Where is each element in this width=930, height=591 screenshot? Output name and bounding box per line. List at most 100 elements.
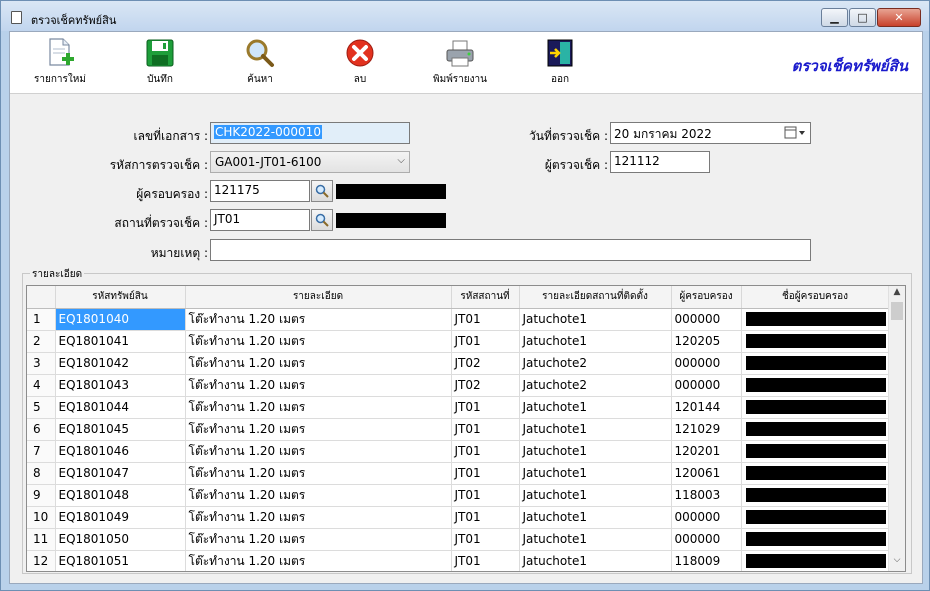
details-grid[interactable]: รหัสทรัพย์สิน รายละเอียด รหัสสถานที่ ราย…: [26, 285, 906, 572]
col-header-rownum[interactable]: [27, 286, 56, 309]
owner-cell[interactable]: 000000: [671, 506, 742, 529]
asset-code-cell[interactable]: EQ1801041: [55, 330, 186, 353]
location-desc-cell[interactable]: Jatuchote1: [519, 396, 672, 419]
vertical-scrollbar[interactable]: ▲ ⌵: [888, 286, 905, 571]
owner-cell[interactable]: 000000: [671, 374, 742, 397]
owner-name-cell[interactable]: [741, 440, 890, 463]
title-bar[interactable]: ตรวจเช็คทรัพย์สิน ▁ □ ✕: [1, 1, 929, 31]
owner-cell[interactable]: 120201: [671, 440, 742, 463]
location-code-cell[interactable]: JT01: [451, 440, 520, 463]
asset-code-cell[interactable]: EQ1801043: [55, 374, 186, 397]
row-number-cell[interactable]: 2: [27, 330, 56, 353]
location-desc-cell[interactable]: Jatuchote1: [519, 506, 672, 529]
location-code-cell[interactable]: JT01: [451, 528, 520, 551]
location-desc-cell[interactable]: Jatuchote1: [519, 528, 672, 551]
asset-code-cell[interactable]: EQ1801046: [55, 440, 186, 463]
description-cell[interactable]: โต๊ะทำงาน 1.20 เมตร: [185, 550, 452, 571]
location-field[interactable]: JT01: [210, 209, 310, 231]
row-number-cell[interactable]: 7: [27, 440, 56, 463]
description-cell[interactable]: โต๊ะทำงาน 1.20 เมตร: [185, 506, 452, 529]
owner-name-cell[interactable]: [741, 550, 890, 571]
owner-cell[interactable]: 000000: [671, 352, 742, 375]
save-button[interactable]: บันทึก: [110, 36, 210, 92]
owner-cell[interactable]: 000000: [671, 308, 742, 331]
location-code-cell[interactable]: JT01: [451, 330, 520, 353]
location-desc-cell[interactable]: Jatuchote1: [519, 418, 672, 441]
description-cell[interactable]: โต๊ะทำงาน 1.20 เมตร: [185, 352, 452, 375]
close-button[interactable]: ✕: [877, 8, 921, 27]
col-header-description[interactable]: รายละเอียด: [185, 286, 452, 309]
description-cell[interactable]: โต๊ะทำงาน 1.20 เมตร: [185, 484, 452, 507]
row-number-cell[interactable]: 1: [27, 308, 56, 331]
location-desc-cell[interactable]: Jatuchote1: [519, 550, 672, 571]
location-code-cell[interactable]: JT01: [451, 418, 520, 441]
row-number-cell[interactable]: 6: [27, 418, 56, 441]
row-number-cell[interactable]: 3: [27, 352, 56, 375]
description-cell[interactable]: โต๊ะทำงาน 1.20 เมตร: [185, 418, 452, 441]
asset-code-cell[interactable]: EQ1801048: [55, 484, 186, 507]
asset-code-cell[interactable]: EQ1801051: [55, 550, 186, 571]
location-code-cell[interactable]: JT01: [451, 506, 520, 529]
description-cell[interactable]: โต๊ะทำงาน 1.20 เมตร: [185, 396, 452, 419]
location-desc-cell[interactable]: Jatuchote1: [519, 440, 672, 463]
check-date-picker[interactable]: 20 มกราคม 2022: [610, 122, 811, 144]
location-desc-cell[interactable]: Jatuchote2: [519, 374, 672, 397]
asset-code-cell[interactable]: EQ1801042: [55, 352, 186, 375]
table-row[interactable]: 11 EQ1801050 โต๊ะทำงาน 1.20 เมตร JT01 Jatuch…: [27, 528, 890, 551]
row-number-cell[interactable]: 4: [27, 374, 56, 397]
asset-code-cell[interactable]: EQ1801045: [55, 418, 186, 441]
description-cell[interactable]: โต๊ะทำงาน 1.20 เมตร: [185, 462, 452, 485]
col-header-owner[interactable]: ผู้ครอบครอง: [671, 286, 742, 309]
location-desc-cell[interactable]: Jatuchote1: [519, 462, 672, 485]
asset-code-cell[interactable]: EQ1801049: [55, 506, 186, 529]
row-number-cell[interactable]: 9: [27, 484, 56, 507]
col-header-owner-name[interactable]: ชื่อผู้ครอบครอง: [741, 286, 890, 309]
owner-lookup-button[interactable]: [311, 180, 333, 202]
location-code-cell[interactable]: JT01: [451, 550, 520, 571]
location-code-cell[interactable]: JT01: [451, 484, 520, 507]
table-row[interactable]: 12 EQ1801051 โต๊ะทำงาน 1.20 เมตร JT01 Jatuch…: [27, 550, 890, 571]
asset-code-cell[interactable]: EQ1801050: [55, 528, 186, 551]
remark-field[interactable]: [210, 239, 811, 261]
print-report-button[interactable]: พิมพ์รายงาน: [410, 36, 510, 92]
row-number-cell[interactable]: 8: [27, 462, 56, 485]
row-number-cell[interactable]: 12: [27, 550, 56, 571]
location-desc-cell[interactable]: Jatuchote1: [519, 308, 672, 331]
asset-code-cell[interactable]: EQ1801044: [55, 396, 186, 419]
table-row[interactable]: 9 EQ1801048 โต๊ะทำงาน 1.20 เมตร JT01 Jatucho…: [27, 484, 890, 507]
row-number-cell[interactable]: 10: [27, 506, 56, 529]
row-number-cell[interactable]: 5: [27, 396, 56, 419]
owner-cell[interactable]: 121029: [671, 418, 742, 441]
owner-name-cell[interactable]: [741, 374, 890, 397]
owner-name-cell[interactable]: [741, 352, 890, 375]
search-button[interactable]: ค้นหา: [210, 36, 310, 92]
asset-code-cell[interactable]: EQ1801040: [55, 308, 186, 331]
owner-name-cell[interactable]: [741, 396, 890, 419]
owner-cell[interactable]: 000000: [671, 528, 742, 551]
location-lookup-button[interactable]: [311, 209, 333, 231]
location-code-cell[interactable]: JT02: [451, 352, 520, 375]
doc-no-field[interactable]: CHK2022-000010: [210, 122, 410, 144]
owner-name-cell[interactable]: [741, 484, 890, 507]
col-header-location-code[interactable]: รหัสสถานที่: [451, 286, 520, 309]
maximize-button[interactable]: □: [849, 8, 876, 27]
location-desc-cell[interactable]: Jatuchote1: [519, 330, 672, 353]
table-row[interactable]: 2 EQ1801041 โต๊ะทำงาน 1.20 เมตร JT01 Jatucho…: [27, 330, 890, 353]
new-item-button[interactable]: รายการใหม่: [10, 36, 110, 92]
owner-name-cell[interactable]: [741, 528, 890, 551]
owner-field[interactable]: 121175: [210, 180, 310, 202]
table-row[interactable]: 4 EQ1801043 โต๊ะทำงาน 1.20 เมตร JT02 Jatucho…: [27, 374, 890, 397]
inspector-field[interactable]: 121112: [610, 151, 710, 173]
owner-name-cell[interactable]: [741, 330, 890, 353]
scroll-thumb[interactable]: [891, 302, 903, 320]
owner-cell[interactable]: 120061: [671, 462, 742, 485]
owner-cell[interactable]: 118003: [671, 484, 742, 507]
owner-cell[interactable]: 120144: [671, 396, 742, 419]
location-code-cell[interactable]: JT01: [451, 462, 520, 485]
col-header-location-desc[interactable]: รายละเอียดสถานที่ติดตั้ง: [519, 286, 672, 309]
owner-name-cell[interactable]: [741, 506, 890, 529]
owner-cell[interactable]: 118009: [671, 550, 742, 571]
table-row[interactable]: 3 EQ1801042 โต๊ะทำงาน 1.20 เมตร JT02 Jatucho…: [27, 352, 890, 375]
description-cell[interactable]: โต๊ะทำงาน 1.20 เมตร: [185, 440, 452, 463]
description-cell[interactable]: โต๊ะทำงาน 1.20 เมตร: [185, 330, 452, 353]
